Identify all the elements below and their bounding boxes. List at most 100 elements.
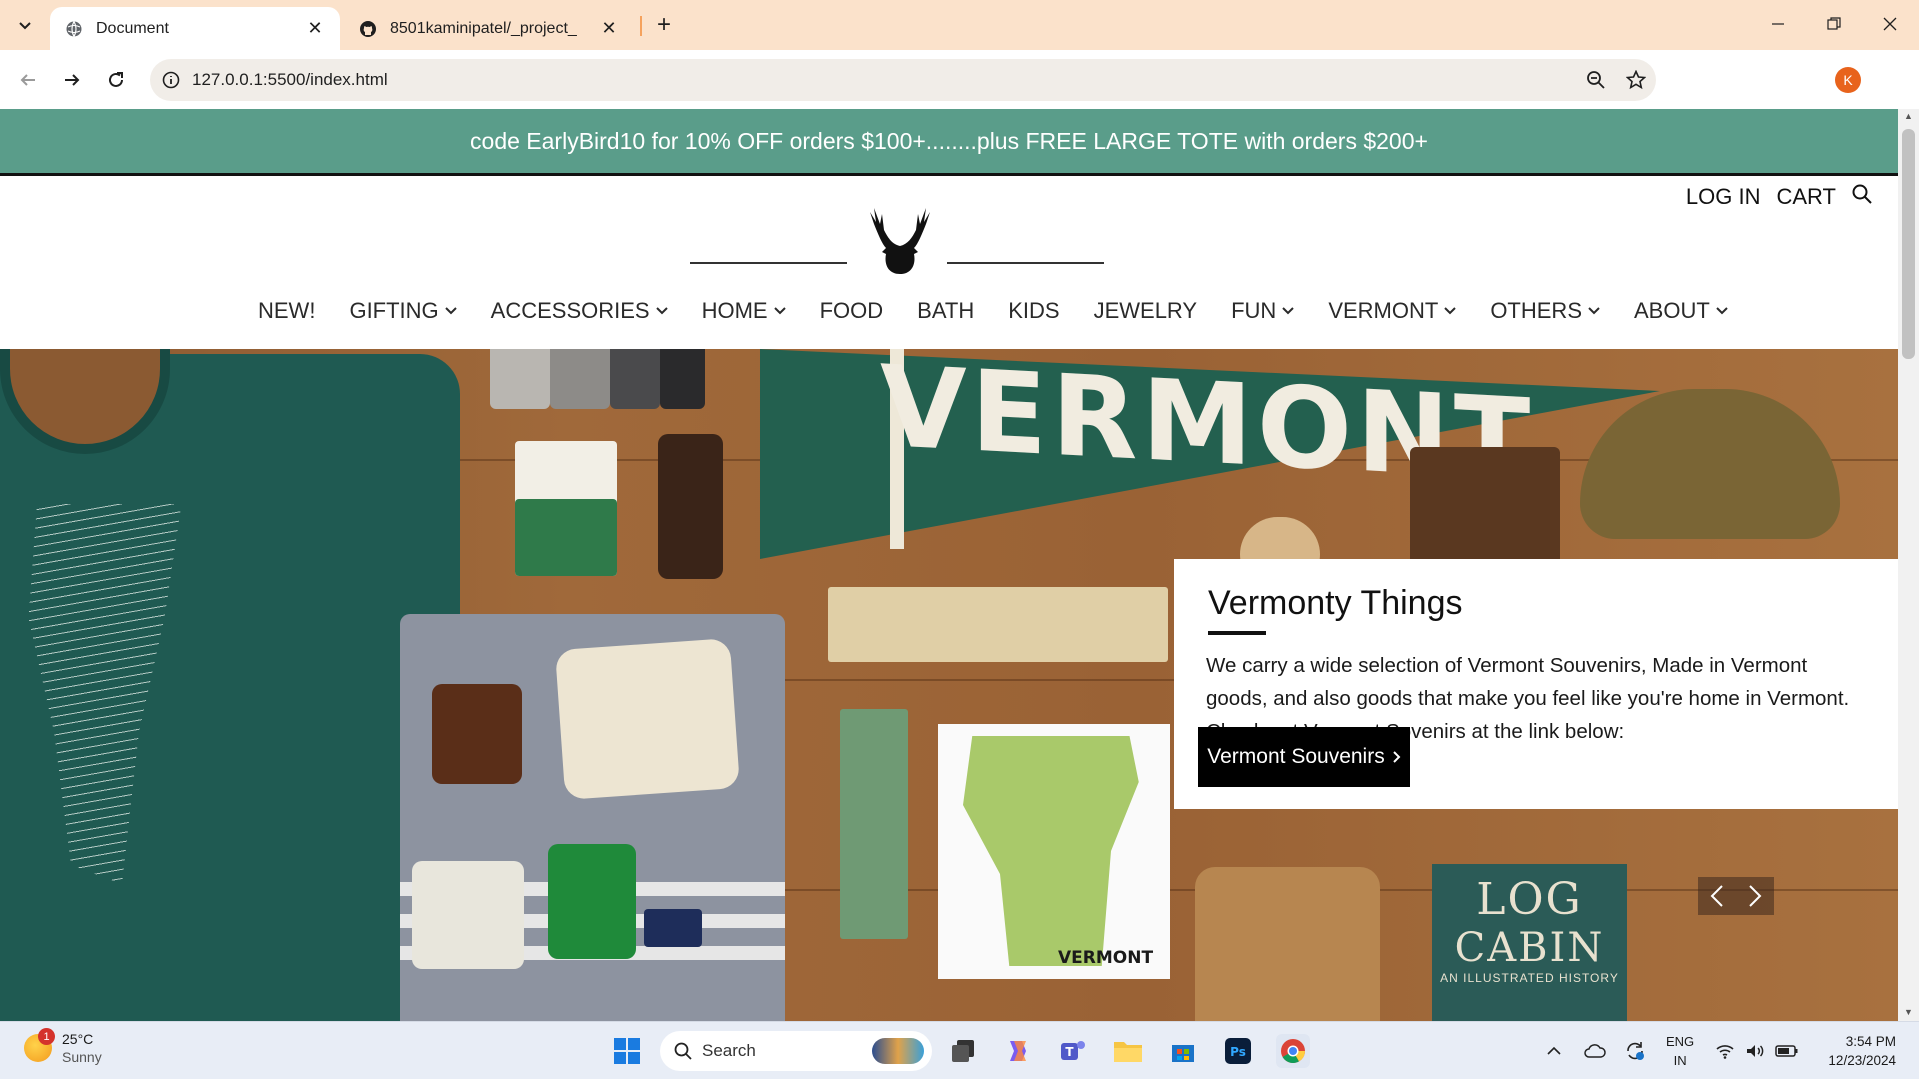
windows-start-icon[interactable]: [610, 1034, 644, 1068]
vermont-souvenirs-button[interactable]: Vermont Souvenirs: [1198, 727, 1410, 787]
site-info-icon[interactable]: [150, 71, 192, 89]
nav-item-fun[interactable]: FUN: [1231, 298, 1295, 324]
felt-coaster: [610, 349, 660, 409]
main-navigation: NEW! GIFTING ACCESSORIES HOME FOOD BATH …: [258, 291, 1762, 331]
carousel-controls: [1698, 877, 1774, 915]
nav-item-kids[interactable]: KIDS: [1008, 298, 1059, 324]
microsoft-store-icon[interactable]: [1166, 1034, 1200, 1068]
nav-item-jewelry[interactable]: JEWELRY: [1094, 298, 1198, 324]
back-arrow-icon[interactable]: [12, 64, 44, 96]
windows-taskbar: 1 25°C Sunny Search T Ps ENG IN 3:54 PM …: [0, 1021, 1919, 1079]
profile-avatar[interactable]: K: [1835, 67, 1861, 93]
zoom-icon[interactable]: [1576, 59, 1616, 101]
volume-icon[interactable]: [1742, 1022, 1768, 1079]
nav-item-accessories[interactable]: ACCESSORIES: [491, 298, 668, 324]
book-title-line1: LOG: [1476, 874, 1583, 925]
felt-coaster: [490, 349, 550, 409]
new-tab-button[interactable]: +: [650, 11, 678, 39]
close-icon[interactable]: ✕: [304, 18, 326, 40]
search-icon: [674, 1042, 692, 1060]
wifi-icon[interactable]: [1712, 1022, 1738, 1079]
github-icon: [358, 19, 378, 39]
nav-item-gifting[interactable]: GIFTING: [349, 298, 457, 324]
cribbage-board: [828, 587, 1168, 662]
language-code: ENG: [1666, 1034, 1695, 1049]
carousel-prev-icon[interactable]: [1698, 877, 1736, 915]
tab-title: Document: [96, 19, 169, 37]
forward-arrow-icon[interactable]: [56, 64, 88, 96]
restore-icon[interactable]: [1806, 0, 1862, 48]
scrollbar-thumb[interactable]: [1902, 129, 1915, 359]
carousel-next-icon[interactable]: [1736, 877, 1774, 915]
tab-document[interactable]: Document ✕: [50, 7, 340, 50]
nav-label: BATH: [917, 298, 975, 323]
nav-item-others[interactable]: OTHERS: [1490, 298, 1600, 324]
nav-item-about[interactable]: ABOUT: [1634, 298, 1728, 324]
nav-label: HOME: [701, 298, 768, 323]
logo-rule-right: [947, 262, 1104, 264]
nav-item-new[interactable]: NEW!: [258, 298, 315, 324]
minimize-icon[interactable]: [1750, 0, 1806, 48]
tab-search-button[interactable]: [10, 10, 40, 40]
logo-rule-left: [690, 262, 847, 264]
system-clock[interactable]: 3:54 PM 12/23/2024: [1816, 1032, 1896, 1070]
close-window-icon[interactable]: [1862, 0, 1918, 48]
nav-label: FUN: [1231, 298, 1277, 323]
chevron-down-icon: [773, 305, 786, 317]
taskbar-search[interactable]: Search: [660, 1031, 932, 1071]
clock-date: 12/23/2024: [1828, 1053, 1896, 1068]
close-icon[interactable]: ✕: [598, 18, 620, 40]
log-cabin-book: LOG CABIN AN ILLUSTRATED HISTORY: [1432, 864, 1627, 1021]
page-scrollbar[interactable]: ▲ ▼: [1898, 109, 1919, 1021]
scroll-down-icon[interactable]: ▼: [1903, 1007, 1914, 1018]
book-title-line2: CABIN: [1454, 925, 1605, 971]
nav-item-vermont[interactable]: VERMONT: [1328, 298, 1457, 324]
pinecone-box: [840, 709, 908, 939]
task-view-icon[interactable]: [946, 1034, 980, 1068]
cutting-board: [1195, 867, 1380, 1021]
show-hidden-icons-chevron-up-icon[interactable]: [1542, 1022, 1566, 1079]
nav-label: JEWELRY: [1093, 298, 1198, 323]
cart-link[interactable]: CART: [1777, 184, 1837, 210]
address-bar[interactable]: 127.0.0.1:5500/index.html: [150, 59, 1656, 101]
cta-label: Vermont Souvenirs: [1207, 745, 1385, 768]
chevron-right-icon: [1393, 751, 1401, 763]
scroll-up-icon[interactable]: ▲: [1903, 111, 1914, 122]
tab-separator: [640, 16, 642, 36]
onedrive-cloud-icon[interactable]: [1580, 1022, 1610, 1079]
vermont-lines-graphic: [28, 504, 182, 884]
vermont-map-print: VERMONT: [938, 724, 1170, 979]
language-indicator[interactable]: ENG IN: [1666, 1032, 1694, 1070]
nav-item-home[interactable]: HOME: [702, 298, 786, 324]
region-code: IN: [1673, 1053, 1687, 1068]
nav-item-food[interactable]: FOOD: [820, 298, 884, 324]
nav-label: OTHERS: [1490, 298, 1582, 323]
chrome-icon[interactable]: [1276, 1034, 1310, 1068]
promo-banner: code EarlyBird10 for 10% OFF orders $100…: [0, 109, 1898, 176]
nav-label: KIDS: [1008, 298, 1060, 323]
felt-coaster: [550, 349, 610, 409]
sync-icon[interactable]: [1620, 1022, 1650, 1079]
browser-tab-strip: Document ✕ 8501kaminipatel/_project_ ✕ +: [0, 0, 1919, 50]
bookmark-star-icon[interactable]: [1616, 59, 1656, 101]
nav-item-bath[interactable]: BATH: [917, 298, 974, 324]
nav-label: NEW!: [258, 298, 316, 323]
battery-icon[interactable]: [1772, 1022, 1802, 1079]
file-explorer-icon[interactable]: [1111, 1034, 1145, 1068]
deer-antler-logo[interactable]: [860, 204, 940, 280]
photoshop-icon[interactable]: Ps: [1221, 1034, 1255, 1068]
felt-coaster: [660, 349, 705, 409]
reload-icon[interactable]: [100, 64, 132, 96]
copilot-icon[interactable]: [1001, 1034, 1035, 1068]
tab-github[interactable]: 8501kaminipatel/_project_ ✕: [344, 7, 634, 50]
feature-title: Vermonty Things: [1208, 584, 1463, 622]
url-text: 127.0.0.1:5500/index.html: [192, 70, 388, 89]
weather-widget[interactable]: 1 25°C Sunny: [24, 1028, 102, 1066]
chevron-down-icon: [444, 305, 457, 317]
chevron-down-icon: [1588, 305, 1600, 317]
candle-tin: [412, 861, 524, 969]
login-link[interactable]: LOG IN: [1686, 184, 1761, 210]
teams-icon[interactable]: T: [1056, 1034, 1090, 1068]
nav-label: ACCESSORIES: [490, 298, 650, 323]
search-icon[interactable]: [1852, 184, 1872, 210]
